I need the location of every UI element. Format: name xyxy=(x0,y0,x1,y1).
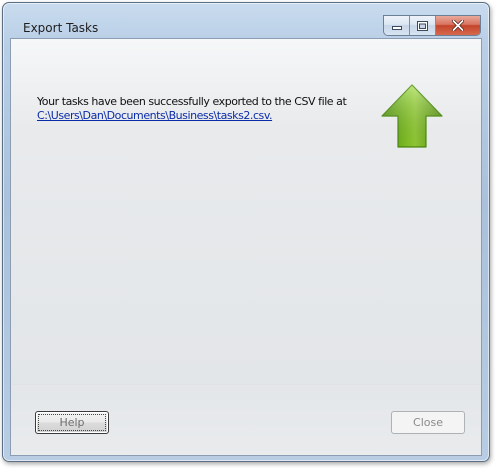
caption-buttons xyxy=(383,15,481,36)
dialog-body: Your tasks have been successfully export… xyxy=(10,38,482,456)
help-button[interactable]: Help xyxy=(35,411,109,434)
help-button-label: Help xyxy=(59,416,85,429)
export-message: Your tasks have been successfully export… xyxy=(37,95,367,123)
close-x-icon xyxy=(452,20,464,31)
close-button-label: Close xyxy=(413,416,443,429)
file-path-link[interactable]: C:\Users\Dan\Documents\Business\tasks2.c… xyxy=(37,109,273,122)
maximize-icon xyxy=(417,20,428,31)
title-bar[interactable]: Export Tasks xyxy=(3,3,489,36)
close-window-button[interactable] xyxy=(436,16,480,35)
close-button[interactable]: Close xyxy=(391,411,465,434)
minimize-icon xyxy=(391,25,402,30)
minimize-button[interactable] xyxy=(384,16,410,35)
maximize-button[interactable] xyxy=(410,16,436,35)
up-arrow-icon xyxy=(381,84,443,148)
footer-separator xyxy=(11,384,481,385)
export-tasks-window: Export Tasks Your tasks have been succes… xyxy=(2,2,490,462)
window-title: Export Tasks xyxy=(23,21,99,35)
export-message-text: Your tasks have been successfully export… xyxy=(37,95,347,108)
